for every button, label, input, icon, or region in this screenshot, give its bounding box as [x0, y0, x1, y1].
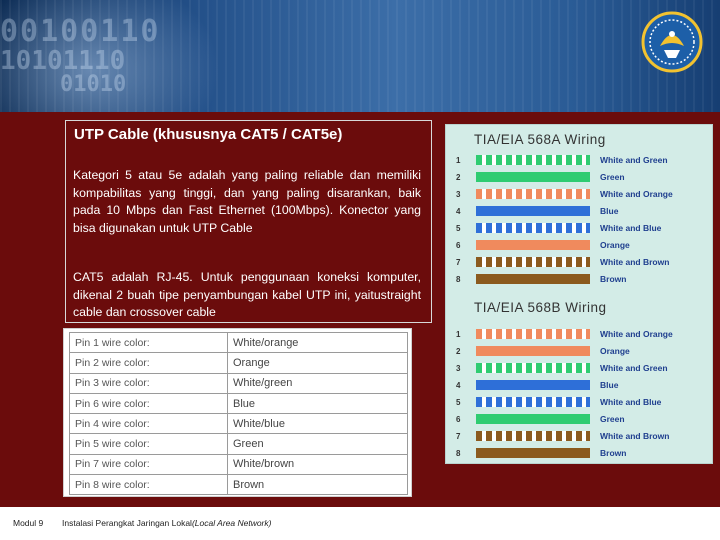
pin-number: 8: [456, 449, 461, 458]
table-row: Pin 3 wire color: White/green: [69, 372, 408, 394]
wire-label: White and Green: [600, 363, 668, 373]
pin-cell: Pin 8 wire color:: [69, 474, 228, 496]
course-label: Instalasi Perangkat Jaringan Lokal(Local…: [62, 518, 271, 528]
wire-bar: [476, 431, 590, 441]
wire-bar: [476, 380, 590, 390]
pin-number: 5: [456, 398, 461, 407]
wire-bar: [476, 223, 590, 233]
wire-label: White and Brown: [600, 257, 670, 267]
wire-label: White and Green: [600, 155, 668, 165]
pin-number: 6: [456, 241, 461, 250]
wire-bar: [476, 363, 590, 373]
wire-bar: [476, 346, 590, 356]
wiring-title-568b: TIA/EIA 568B Wiring: [474, 300, 607, 315]
pin-color-table-box: Pin 1 wire color: White/orange Pin 2 wire …: [63, 328, 412, 497]
table-row: Pin 1 wire color: White/orange: [69, 331, 408, 354]
wire-label: Orange: [600, 240, 630, 250]
wire-label: White and Blue: [600, 223, 662, 233]
pin-cell: Pin 4 wire color:: [69, 413, 228, 435]
wire-color-cell: White/orange: [227, 331, 408, 354]
wire-label: White and Blue: [600, 397, 662, 407]
pin-number: 7: [456, 258, 461, 267]
pin-number: 8: [456, 275, 461, 284]
table-row: Pin 7 wire color: White/brown: [69, 453, 408, 476]
wire-bar: [476, 414, 590, 424]
pin-number: 7: [456, 432, 461, 441]
wiring-title-568a: TIA/EIA 568A Wiring: [474, 132, 606, 147]
wire-color-cell: White/brown: [227, 453, 408, 476]
wire-color-cell: Orange: [227, 352, 408, 374]
wire-label: Orange: [600, 346, 630, 356]
wire-bar: [476, 448, 590, 458]
pin-number: 1: [456, 156, 461, 165]
wire-bar: [476, 189, 590, 199]
wire-bar: [476, 397, 590, 407]
pin-cell: Pin 2 wire color:: [69, 352, 228, 374]
pin-number: 4: [456, 207, 461, 216]
pin-color-table: Pin 1 wire color: White/orange Pin 2 wire …: [69, 331, 408, 496]
table-row: Pin 8 wire color: Brown: [69, 474, 408, 496]
wire-label: White and Brown: [600, 431, 670, 441]
wire-bar: [476, 172, 590, 182]
table-row: Pin 4 wire color: White/blue: [69, 413, 408, 435]
wire-color-cell: White/blue: [227, 413, 408, 435]
wire-bar: [476, 274, 590, 284]
wire-label: Green: [600, 172, 625, 182]
pin-cell: Pin 6 wire color:: [69, 392, 228, 415]
pin-cell: Pin 3 wire color:: [69, 372, 228, 394]
pin-number: 3: [456, 190, 461, 199]
banner-stripes: [0, 0, 720, 112]
wire-label: White and Orange: [600, 189, 673, 199]
pin-number: 1: [456, 330, 461, 339]
table-row: Pin 2 wire color: Orange: [69, 352, 408, 374]
wire-color-cell: White/green: [227, 372, 408, 394]
table-row: Pin 6 wire color: Blue: [69, 392, 408, 415]
wire-color-cell: Brown: [227, 474, 408, 496]
wire-bar: [476, 329, 590, 339]
wire-bar: [476, 257, 590, 267]
module-label: Modul 9: [13, 518, 44, 528]
wire-label: White and Orange: [600, 329, 673, 339]
wire-label: Blue: [600, 380, 619, 390]
wire-label: Brown: [600, 274, 627, 284]
wire-label: Green: [600, 414, 625, 424]
wire-label: Brown: [600, 448, 627, 458]
wire-color-cell: Green: [227, 433, 408, 455]
pin-number: 3: [456, 364, 461, 373]
pin-number: 6: [456, 415, 461, 424]
description-paragraph: CAT5 adalah RJ-45. Untuk penggunaan kone…: [73, 270, 421, 319]
pin-cell: Pin 1 wire color:: [69, 331, 228, 354]
slide-title: UTP Cable (khususnya CAT5 / CAT5e): [74, 126, 343, 143]
wire-color-cell: Blue: [227, 392, 408, 415]
wire-bar: [476, 155, 590, 165]
pin-number: 2: [456, 347, 461, 356]
pin-cell: Pin 5 wire color:: [69, 433, 228, 455]
description-paragraph: Kategori 5 atau 5e adalah yang paling re…: [73, 168, 421, 235]
course-name: Instalasi Perangkat Jaringan Lokal: [62, 518, 192, 528]
pin-number: 2: [456, 173, 461, 182]
wiring-diagram: TIA/EIA 568A Wiring 1 White and Green 2 Gre…: [445, 124, 713, 464]
wire-bar: [476, 240, 590, 250]
header-banner: 00100110 10101110 01010: [0, 0, 720, 112]
table-row: Pin 5 wire color: Green: [69, 433, 408, 455]
tut-wuri-handayani-emblem-icon: [641, 11, 703, 73]
wire-label: Blue: [600, 206, 619, 216]
pin-cell: Pin 7 wire color:: [69, 453, 228, 476]
pin-number: 5: [456, 224, 461, 233]
wire-bar: [476, 206, 590, 216]
course-subtitle: (Local Area Network): [191, 518, 272, 528]
pin-number: 4: [456, 381, 461, 390]
